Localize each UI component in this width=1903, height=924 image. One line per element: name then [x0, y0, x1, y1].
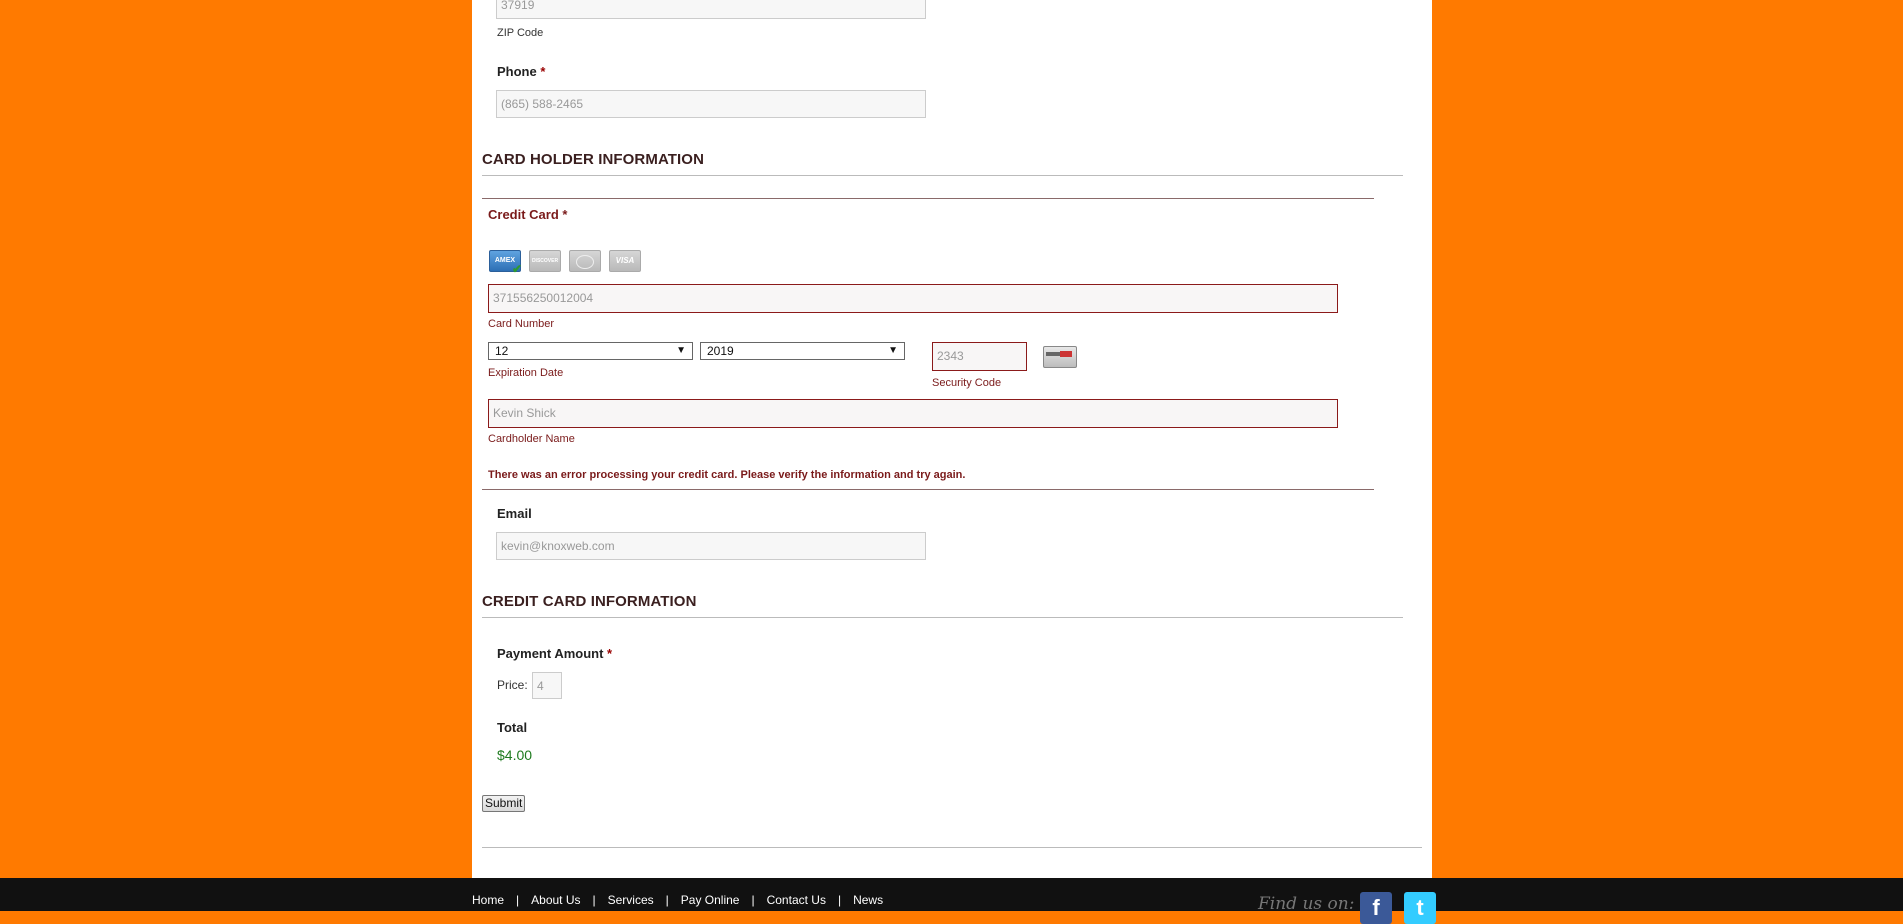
dropdown-arrow-icon: ▼ [676, 345, 686, 356]
footer: Home | About Us | Services | Pay Online … [0, 878, 1903, 924]
cardholder-name-label: Cardholder Name [488, 433, 575, 445]
footer-link-about[interactable]: About Us [531, 893, 580, 907]
total-value: $4.00 [497, 747, 533, 763]
expiration-month-select[interactable]: 12 ▼ [488, 342, 693, 360]
credit-card-label: Credit Card * [488, 207, 568, 222]
card-box-top-divider [482, 198, 1374, 199]
footer-link-home[interactable]: Home [472, 893, 504, 907]
zip-label: ZIP Code [497, 27, 544, 39]
section-divider [482, 617, 1403, 618]
email-input[interactable]: kevin@knoxweb.com [496, 532, 926, 560]
expiration-year-select[interactable]: 2019 ▼ [700, 342, 905, 360]
phone-label: Phone * [497, 64, 546, 79]
cardholder-section-title: CARD HOLDER INFORMATION [482, 151, 705, 168]
email-label: Email [497, 506, 532, 521]
footer-separator: | [837, 893, 842, 907]
price-input[interactable]: 4 [532, 672, 562, 699]
facebook-icon[interactable]: f [1360, 892, 1392, 924]
security-code-input[interactable]: 2343 [932, 342, 1027, 371]
amex-card-icon[interactable]: AMEX ✔ [489, 250, 523, 276]
total-label: Total [497, 720, 528, 735]
payment-amount-label: Payment Amount * [497, 646, 613, 661]
submit-button[interactable]: Submit [482, 795, 526, 812]
footer-link-news[interactable]: News [853, 893, 883, 907]
visa-card-icon[interactable]: VISA [609, 250, 641, 272]
price-label: Price: [497, 678, 528, 692]
card-error-message: There was an error processing your credi… [488, 469, 966, 481]
cardholder-name-input[interactable]: Kevin Shick [488, 399, 1338, 428]
card-box-bottom-divider [482, 489, 1374, 490]
footer-link-services[interactable]: Services [608, 893, 654, 907]
footer-separator: | [665, 893, 669, 907]
find-us-label: Find us on: [1258, 894, 1355, 914]
twitter-icon[interactable]: t [1404, 892, 1436, 924]
checkmark-icon: ✔ [512, 262, 523, 276]
cvv-card-icon [1043, 346, 1077, 368]
card-number-input[interactable]: 371556250012004 [488, 284, 1338, 313]
footer-link-contact[interactable]: Contact Us [767, 893, 826, 907]
zip-input[interactable]: 37919 [496, 0, 926, 19]
bottom-divider [482, 847, 1422, 848]
footer-link-pay-online[interactable]: Pay Online [681, 893, 740, 907]
footer-separator: | [751, 893, 755, 907]
page-content: 37919 ZIP Code Phone * (865) 588-2465 CA… [472, 0, 1432, 878]
discover-card-icon[interactable]: DISCOVER [529, 250, 561, 272]
mastercard-card-icon[interactable] [569, 250, 601, 272]
footer-nav: Home | About Us | Services | Pay Online … [472, 893, 883, 907]
dropdown-arrow-icon: ▼ [888, 345, 898, 356]
phone-input[interactable]: (865) 588-2465 [496, 90, 926, 118]
credit-card-section-title: CREDIT CARD INFORMATION [482, 593, 697, 610]
footer-separator: | [516, 893, 520, 907]
security-code-label: Security Code [932, 377, 1002, 389]
footer-separator: | [592, 893, 596, 907]
section-divider [482, 175, 1403, 176]
card-number-label: Card Number [488, 318, 555, 330]
expiration-date-label: Expiration Date [488, 367, 564, 379]
